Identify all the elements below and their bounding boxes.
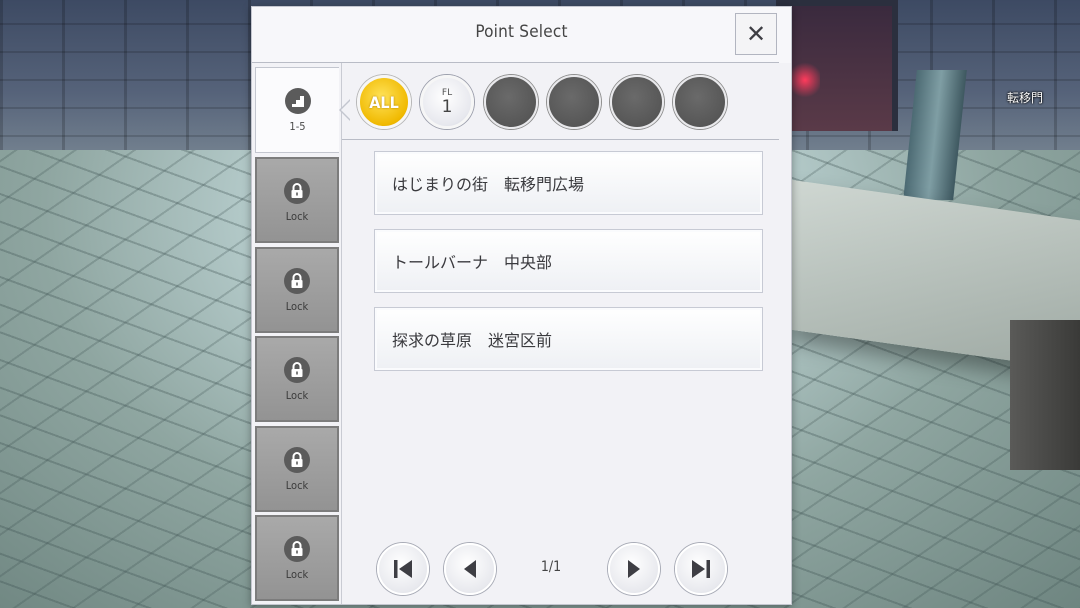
- gate-glow: [790, 60, 820, 100]
- point-list-item[interactable]: トールバーナ 中央部: [374, 229, 763, 293]
- tab-locked-1[interactable]: Lock: [255, 157, 339, 243]
- page-indicator: 1/1: [540, 559, 562, 575]
- tab-locked-3[interactable]: Lock: [255, 336, 339, 422]
- previous-page-button[interactable]: [444, 543, 496, 595]
- lock-icon: [284, 267, 310, 294]
- filter-divider: [342, 139, 779, 140]
- tab-floor-range-1-5[interactable]: 1-5: [255, 67, 339, 153]
- filter-all-label: ALL: [369, 92, 399, 112]
- skip-last-icon: [692, 560, 710, 578]
- stairs-icon: [284, 87, 311, 114]
- header-divider: [252, 62, 779, 63]
- filter-empty-slot: [673, 75, 727, 129]
- close-icon: ✕: [745, 20, 767, 48]
- arrow-right-icon: [628, 560, 640, 578]
- filter-floor-1-button[interactable]: FL 1: [420, 75, 474, 129]
- stone-block: [1010, 320, 1080, 470]
- point-name: はじまりの街 転移門広場: [392, 175, 585, 194]
- active-tab-pointer-fill: [341, 100, 351, 120]
- dialog-header: Point Select ✕: [252, 7, 791, 63]
- lock-icon: [284, 446, 310, 473]
- filter-empty-slot: [610, 75, 664, 129]
- tab-label: Lock: [285, 209, 309, 223]
- filter-empty-slot: [484, 75, 538, 129]
- first-page-button[interactable]: [377, 543, 429, 595]
- arrow-left-icon: [464, 560, 476, 578]
- sidebar-divider: [341, 63, 342, 604]
- point-select-dialog: Point Select ✕ 1-5 Lock Lock Lock Lock L…: [251, 6, 792, 605]
- floor-number: 1: [441, 97, 453, 117]
- point-name: 探求の草原 迷宮区前: [392, 331, 553, 350]
- skip-first-icon: [394, 560, 412, 578]
- point-list-item[interactable]: はじまりの街 転移門広場: [374, 151, 763, 215]
- lock-icon: [284, 356, 310, 383]
- tab-label: Lock: [285, 478, 309, 492]
- close-button[interactable]: ✕: [735, 13, 777, 55]
- tab-label: Lock: [285, 567, 309, 581]
- last-page-button[interactable]: [675, 543, 727, 595]
- filter-empty-slot: [547, 75, 601, 129]
- tab-label: 1-5: [289, 119, 306, 133]
- lock-icon: [284, 177, 310, 204]
- tab-locked-4[interactable]: Lock: [255, 426, 339, 512]
- tab-label: Lock: [285, 388, 309, 402]
- tab-label: Lock: [285, 299, 309, 313]
- tab-locked-5[interactable]: Lock: [255, 515, 339, 601]
- tab-locked-2[interactable]: Lock: [255, 247, 339, 333]
- next-page-button[interactable]: [608, 543, 660, 595]
- filter-all-button[interactable]: ALL: [357, 75, 411, 129]
- location-name-label: 転移門: [1007, 91, 1044, 105]
- point-list-item[interactable]: 探求の草原 迷宮区前: [374, 307, 763, 371]
- dialog-title: Point Select: [475, 22, 568, 42]
- point-name: トールバーナ 中央部: [392, 253, 553, 272]
- lock-icon: [284, 535, 310, 562]
